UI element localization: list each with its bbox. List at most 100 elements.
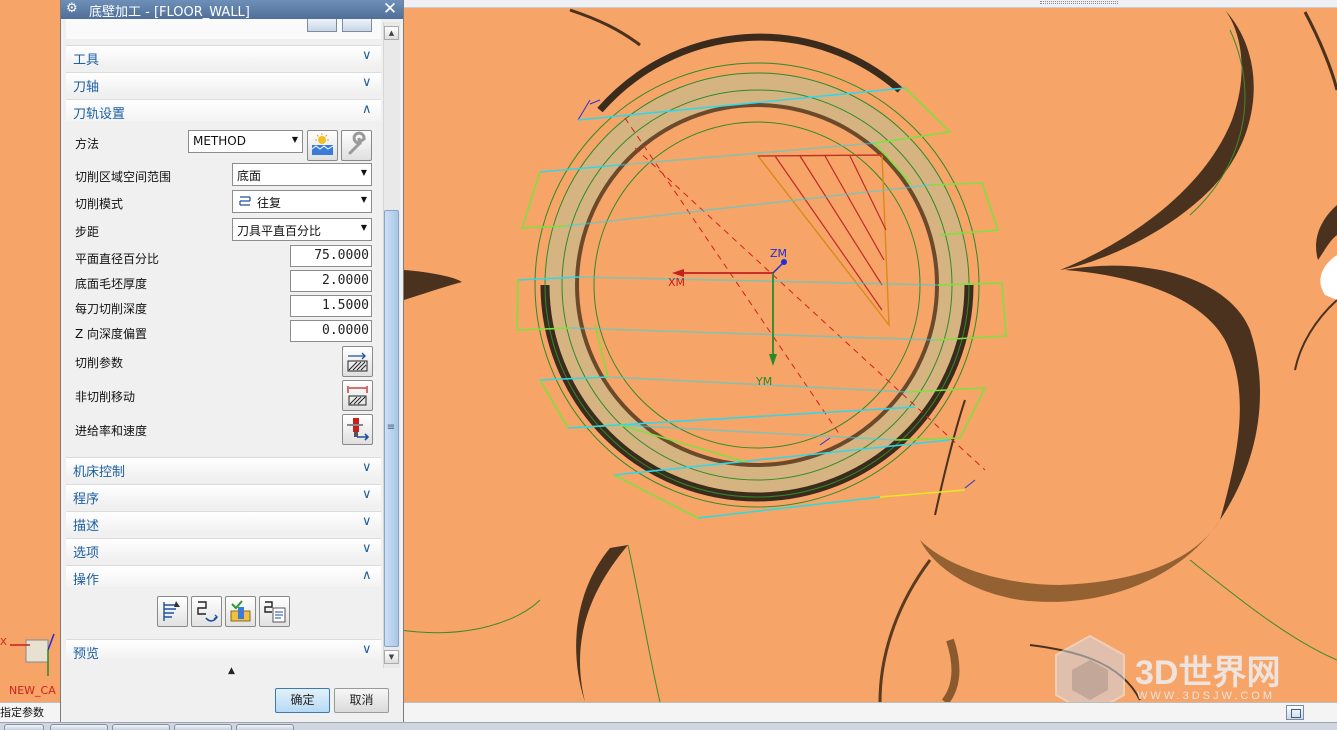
feeds-speeds-button[interactable] — [342, 414, 373, 445]
chevron-down-icon: ∨ — [362, 460, 372, 475]
section-program-label: 程序 — [73, 492, 100, 507]
cut-region-value: 底面 — [237, 169, 262, 183]
section-preview-label: 预览 — [73, 647, 100, 662]
z-offset-input[interactable]: 0.0000 — [290, 320, 372, 342]
section-tool-label: 工具 — [73, 53, 100, 68]
chevron-up-icon: ∧ — [362, 568, 372, 583]
chevron-down-icon: ▼ — [360, 223, 367, 232]
method-edit-icon — [311, 133, 334, 155]
flat-diameter-input[interactable]: 75.0000 — [290, 245, 372, 267]
axis-label-zm: ZM — [770, 247, 788, 260]
method-value: METHOD — [193, 134, 246, 148]
dialog-title: 底壁加工 - [FLOOR_WALL] — [89, 5, 250, 20]
section-tool[interactable]: 工具 ∨ — [66, 45, 381, 68]
cut-region-label: 切削区域空间范围 — [75, 170, 172, 184]
gear-icon: ⚙ — [66, 1, 78, 16]
status-text: 指定参数 — [0, 706, 44, 719]
taskbar-item[interactable] — [236, 724, 294, 730]
chevron-down-icon: ▼ — [291, 135, 298, 144]
mini-axis-x-label: X — [0, 637, 7, 648]
depth-per-cut-input[interactable]: 1.5000 — [290, 295, 372, 317]
verify-button[interactable] — [225, 596, 256, 627]
display-method-button[interactable] — [341, 130, 372, 161]
cancel-button[interactable]: 取消 — [334, 688, 389, 713]
section-preview[interactable]: 预览 ∨ — [66, 639, 381, 662]
chevron-down-icon: ∨ — [362, 514, 372, 529]
section-program[interactable]: 程序 ∨ — [66, 484, 381, 507]
feeds-label: 进给率和速度 — [75, 424, 148, 438]
edit-method-button[interactable] — [307, 130, 338, 161]
chevron-down-icon: ∨ — [362, 48, 372, 63]
ok-button[interactable]: 确定 — [275, 688, 330, 713]
flat-diameter-label: 平面直径百分比 — [75, 252, 160, 266]
taskbar-item[interactable] — [50, 724, 108, 730]
taskbar-item[interactable] — [112, 724, 170, 730]
section-description-label: 描述 — [73, 519, 100, 534]
section-path-settings-label: 刀轨设置 — [73, 107, 126, 122]
chevron-down-icon: ▼ — [360, 195, 367, 204]
stepover-label: 步距 — [75, 225, 100, 239]
section-path-settings[interactable]: 刀轨设置 ∧ — [66, 99, 381, 122]
cutting-params-icon — [347, 352, 368, 372]
display-geometry-button[interactable] — [342, 19, 372, 32]
method-label: 方法 — [75, 137, 100, 151]
section-machine-control[interactable]: 机床控制 ∨ — [66, 457, 381, 480]
chevron-up-icon: ∧ — [362, 102, 372, 117]
chevron-down-icon: ▼ — [360, 168, 367, 177]
section-actions-label: 操作 — [73, 573, 100, 588]
cut-pattern-label: 切削模式 — [75, 197, 124, 211]
section-axis[interactable]: 刀轴 ∨ — [66, 72, 381, 95]
generate-toolpath-button[interactable] — [157, 596, 188, 627]
section-options[interactable]: 选项 ∨ — [66, 538, 381, 561]
collapse-dialog-icon[interactable]: ▲ — [228, 666, 235, 676]
close-button[interactable]: ✕ — [379, 0, 401, 19]
chevron-down-icon: ∨ — [362, 487, 372, 502]
cutting-params-label: 切削参数 — [75, 356, 124, 370]
section-machine-control-label: 机床控制 — [73, 465, 126, 480]
axis-label-xm: XM — [668, 276, 686, 289]
zig-zag-icon — [238, 194, 252, 211]
section-description[interactable]: 描述 ∨ — [66, 511, 381, 534]
cut-pattern-value: 往复 — [257, 196, 282, 210]
depth-per-cut-label: 每刀切削深度 — [75, 302, 148, 316]
section-options-label: 选项 — [73, 546, 100, 561]
chevron-down-icon: ∨ — [362, 541, 372, 556]
cut-pattern-select[interactable]: 往复 ▼ — [232, 190, 372, 213]
new-cam-label: NEW_CA — [9, 684, 56, 697]
method-select[interactable]: METHOD ▼ — [188, 130, 303, 153]
cutting-params-button[interactable] — [342, 346, 373, 377]
watermark-url: WWW.3DSJW.COM — [1137, 690, 1275, 702]
non-cutting-label: 非切削移动 — [75, 390, 136, 404]
taskbar-item[interactable] — [174, 724, 232, 730]
non-cutting-moves-icon — [347, 386, 368, 406]
section-actions[interactable]: 操作 ∧ — [66, 565, 381, 588]
chevron-down-icon: ∨ — [362, 75, 372, 90]
floor-stock-label: 底面毛坯厚度 — [75, 277, 148, 291]
feeds-speeds-icon — [347, 418, 370, 441]
floor-stock-input[interactable]: 2.0000 — [290, 270, 372, 292]
cut-region-select[interactable]: 底面 ▼ — [232, 163, 372, 186]
list-button[interactable] — [259, 596, 290, 627]
top-dock-strip — [404, 0, 1337, 8]
dock-grip[interactable] — [1040, 1, 1118, 4]
status-window-button[interactable] — [1286, 705, 1304, 720]
scroll-up-button[interactable]: ▲ — [384, 26, 399, 40]
list-icon — [264, 601, 286, 623]
verify-icon — [230, 600, 251, 622]
scroll-down-button[interactable]: ▼ — [384, 650, 399, 664]
non-cutting-moves-button[interactable] — [342, 380, 373, 411]
floor-wall-dialog: ⚙ 底壁加工 - [FLOOR_WALL] ✕ ▲ ≡ ▼ 工具 ∨ 刀轴 ∨ … — [60, 0, 404, 722]
dialog-title-bar[interactable]: ⚙ 底壁加工 - [FLOOR_WALL] ✕ — [61, 0, 403, 20]
z-offset-label: Z 向深度偏置 — [75, 327, 148, 341]
chevron-down-icon: ∨ — [362, 642, 372, 657]
watermark-title: 3D世界网 — [1135, 654, 1281, 692]
specify-geometry-button[interactable] — [307, 19, 337, 32]
replay-icon — [197, 601, 219, 622]
wrench-icon — [348, 131, 366, 155]
replay-button[interactable] — [191, 596, 222, 627]
stepover-value: 刀具平直百分比 — [237, 224, 322, 238]
axis-label-ym: YM — [756, 375, 773, 388]
taskbar-start-button[interactable] — [4, 724, 44, 730]
generate-icon — [163, 601, 180, 621]
stepover-select[interactable]: 刀具平直百分比 ▼ — [232, 218, 372, 241]
